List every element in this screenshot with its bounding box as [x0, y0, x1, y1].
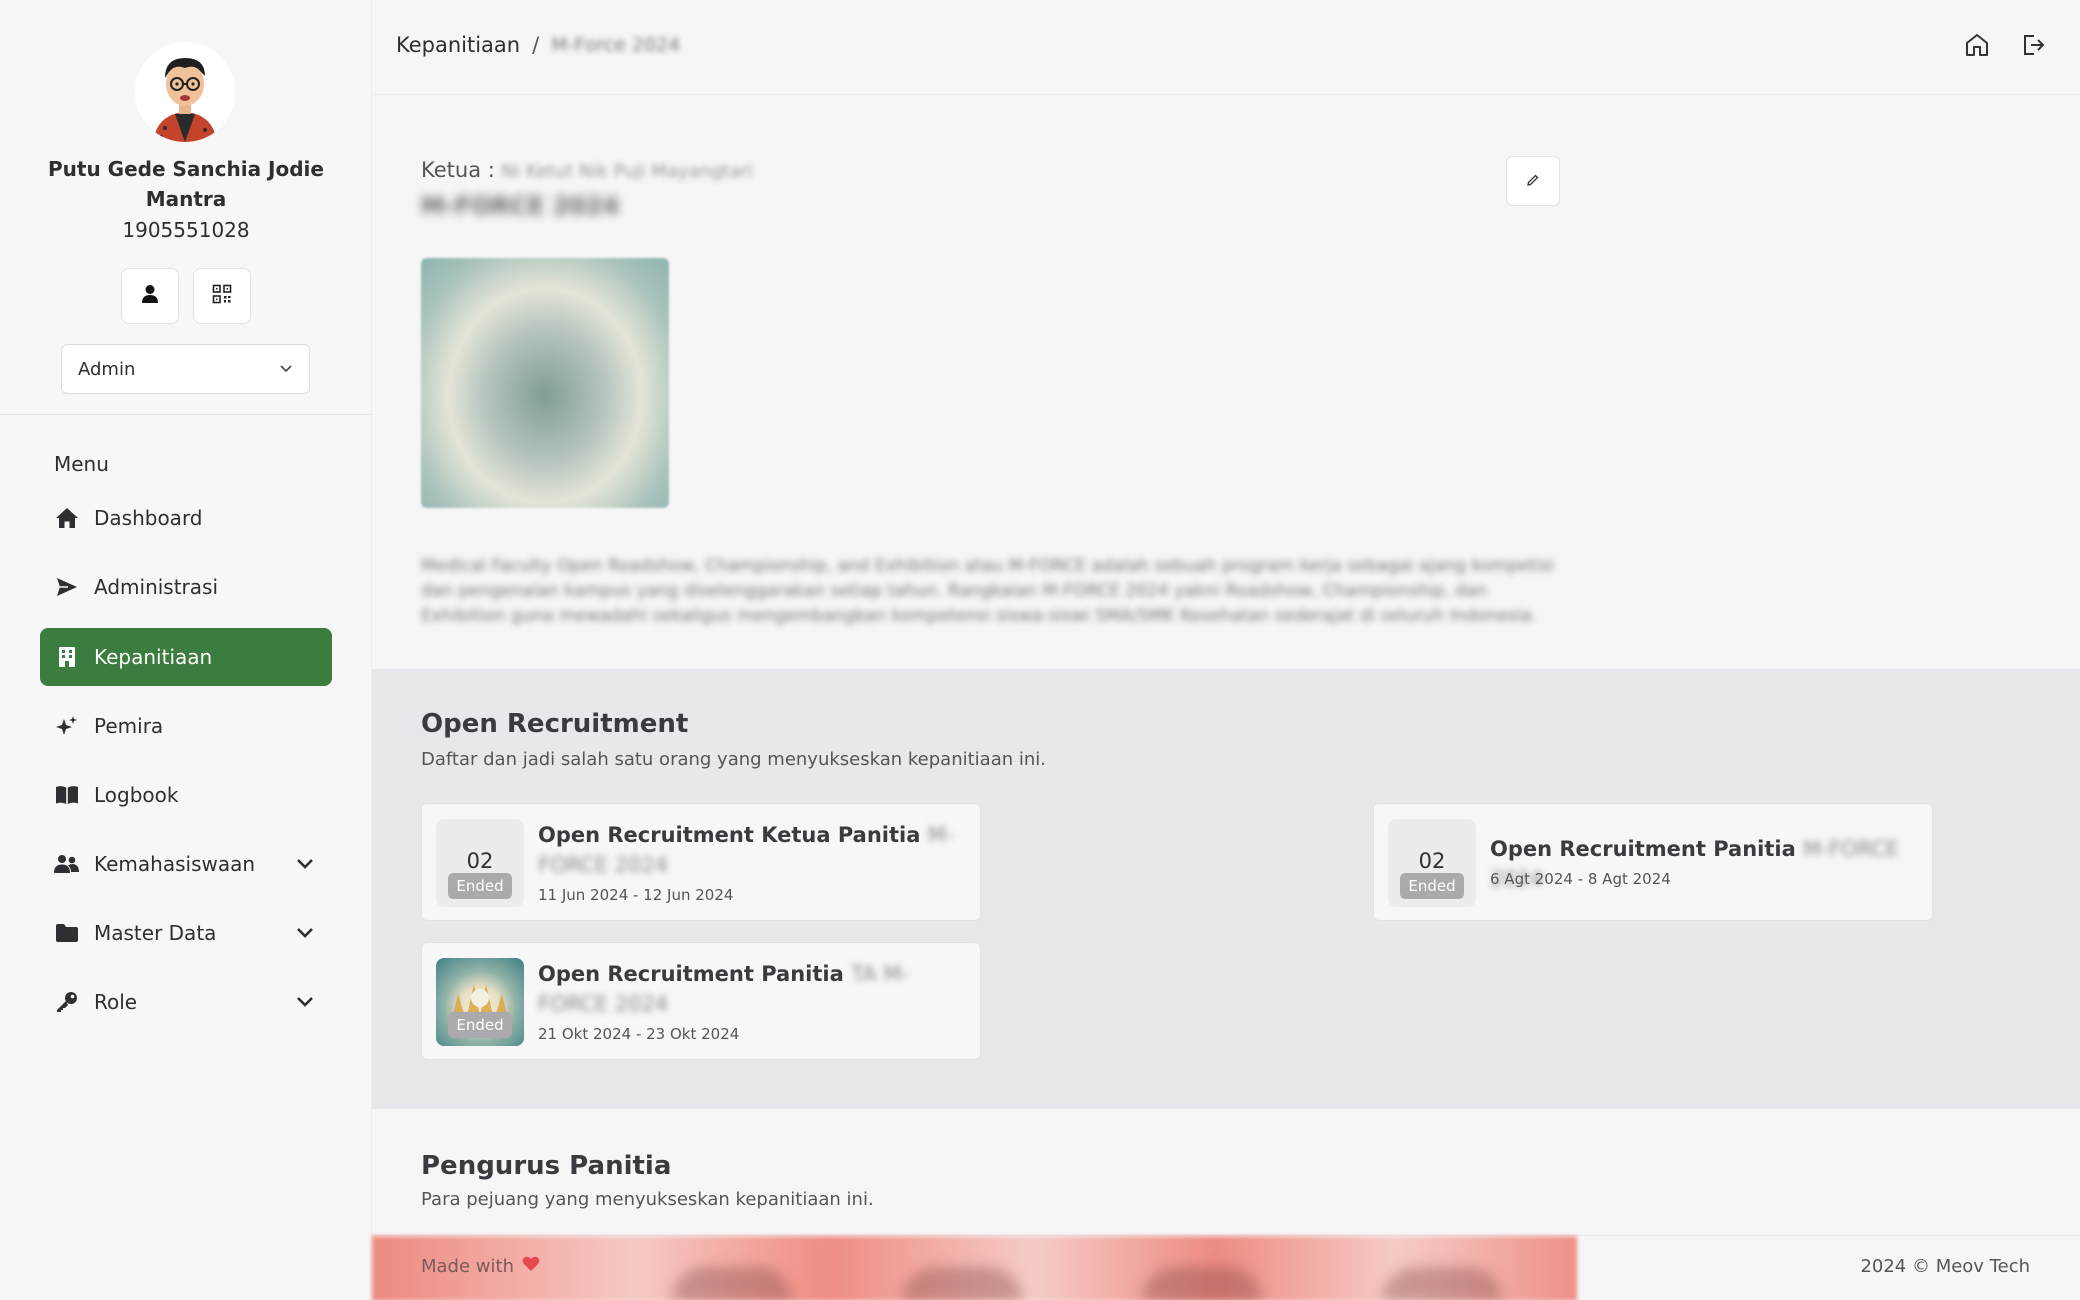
- send-icon: [54, 574, 80, 600]
- heart-icon: [522, 1256, 540, 1277]
- user-avatar: [135, 42, 235, 142]
- sidebar-item-kepanitiaan[interactable]: Kepanitiaan: [40, 628, 332, 686]
- key-icon: [54, 989, 80, 1015]
- pengurus-section: Pengurus Panitia Para pejuang yang menyu…: [372, 1109, 2080, 1235]
- sidebar-item-label: Administrasi: [94, 575, 219, 599]
- copyright: 2024 © Meov Tech: [1860, 1256, 2030, 1277]
- edit-button[interactable]: [1506, 156, 1560, 206]
- committee-title: M-FORCE 2024: [421, 192, 620, 220]
- logout-button[interactable]: [2018, 32, 2048, 62]
- menu-title: Menu: [54, 452, 109, 476]
- date-box: 02 Ended: [1388, 819, 1476, 907]
- recruitment-date-range: 11 Jun 2024 - 12 Jun 2024: [538, 886, 734, 904]
- ketua-label: Ketua :: [421, 158, 495, 182]
- home-icon: [1964, 32, 1990, 62]
- role-select[interactable]: Admin: [61, 344, 310, 394]
- committee-info: Ketua : Ni Ketut Nik Puji Mayangtari M-F…: [372, 96, 2080, 669]
- sidebar: Putu Gede Sanchia Jodie Mantra 190555102…: [0, 0, 372, 1300]
- recruitment-title: Open Recruitment Panitia TA M-FORCE 2024: [538, 959, 968, 1019]
- recruitment-date-range: 6 Agt 2024 - 8 Agt 2024: [1490, 870, 1671, 888]
- sparkles-icon: [54, 713, 80, 739]
- user-nim: 1905551028: [122, 218, 250, 242]
- sidebar-item-logbook[interactable]: Logbook: [40, 766, 332, 824]
- user-icon: [141, 284, 159, 308]
- sidebar-item-label: Pemira: [94, 714, 164, 738]
- home-button[interactable]: [1962, 32, 1992, 62]
- recruitment-card[interactable]: Ended Open Recruitment Panitia TA M-FORC…: [421, 942, 981, 1060]
- committee-description: Medical Faculty Open Roadshow, Champions…: [421, 556, 1554, 626]
- sidebar-item-label: Master Data: [94, 921, 217, 945]
- role-select-value: Admin: [78, 358, 136, 380]
- book-icon: [54, 782, 80, 808]
- made-with-text: Made with: [421, 1256, 514, 1277]
- sidebar-item-pemira[interactable]: Pemira: [40, 697, 332, 755]
- breadcrumb: Kepanitiaan / M-Force 2024: [396, 33, 680, 57]
- sidebar-item-dashboard[interactable]: Dashboard: [40, 489, 332, 547]
- profile-button[interactable]: [121, 268, 179, 324]
- folder-icon: [54, 920, 80, 946]
- pencil-icon: [1526, 172, 1540, 191]
- chevron-down-icon: [296, 927, 314, 939]
- sidebar-item-role[interactable]: Role: [40, 973, 332, 1031]
- profile-panel: Putu Gede Sanchia Jodie Mantra 190555102…: [0, 0, 371, 415]
- chevron-down-icon: [296, 996, 314, 1008]
- recruitment-card[interactable]: 02 Ended Open Recruitment Panitia M-FORC…: [1373, 803, 1933, 921]
- date-day: 02: [1418, 849, 1446, 873]
- sidebar-item-label: Dashboard: [94, 506, 203, 530]
- date-day: 02: [466, 849, 494, 873]
- logout-icon: [2020, 32, 2046, 62]
- committee-logo: [421, 258, 669, 508]
- sidebar-item-label: Role: [94, 990, 138, 1014]
- recruitment-title-text: Open Recruitment Panitia: [1490, 837, 1796, 861]
- breadcrumb-root[interactable]: Kepanitiaan: [396, 33, 520, 57]
- section-subtitle: Para pejuang yang menyukseskan kepanitia…: [421, 1189, 874, 1210]
- users-icon: [54, 851, 80, 877]
- sidebar-item-label: Kepanitiaan: [94, 645, 213, 669]
- section-subtitle: Daftar dan jadi salah satu orang yang me…: [421, 749, 1046, 770]
- sidebar-item-label: Logbook: [94, 783, 179, 807]
- sidebar-item-administrasi[interactable]: Administrasi: [40, 558, 332, 616]
- section-title: Pengurus Panitia: [421, 1151, 672, 1181]
- ketua-name: Ni Ketut Nik Puji Mayangtari: [501, 161, 753, 182]
- topbar: Kepanitiaan / M-Force 2024: [372, 0, 2080, 95]
- date-box: 02 Ended: [436, 819, 524, 907]
- status-badge: Ended: [448, 1012, 512, 1038]
- recruitment-title-text: Open Recruitment Ketua Panitia: [538, 823, 921, 847]
- recruitment-title: Open Recruitment Ketua Panitia M-FORCE 2…: [538, 820, 968, 880]
- status-badge: Ended: [1400, 873, 1464, 899]
- qr-code-icon: [212, 284, 232, 308]
- footer: Made with 2024 © Meov Tech: [372, 1235, 2080, 1300]
- status-badge: Ended: [448, 873, 512, 899]
- made-with: Made with: [421, 1256, 540, 1277]
- recruitment-image: Ended: [436, 958, 524, 1046]
- open-recruitment-section: Open Recruitment Daftar dan jadi salah s…: [372, 669, 2080, 1109]
- sidebar-item-label: Kemahasiswaan: [94, 852, 256, 876]
- recruitment-date-range: 21 Okt 2024 - 23 Okt 2024: [538, 1025, 740, 1043]
- home-icon: [54, 505, 80, 531]
- breadcrumb-separator: /: [532, 33, 540, 57]
- pengurus-photos-strip: [372, 1236, 1577, 1300]
- recruitment-card[interactable]: 02 Ended Open Recruitment Ketua Panitia …: [421, 803, 981, 921]
- user-name: Putu Gede Sanchia Jodie Mantra: [48, 157, 324, 211]
- recruitment-title-text: Open Recruitment Panitia: [538, 962, 844, 986]
- building-icon: [54, 644, 80, 670]
- sidebar-item-master-data[interactable]: Master Data: [40, 904, 332, 962]
- sidebar-item-kemahasiswaan[interactable]: Kemahasiswaan: [40, 835, 332, 893]
- qr-code-button[interactable]: [193, 268, 251, 324]
- breadcrumb-current: M-Force 2024: [551, 34, 681, 56]
- ketua-line: Ketua : Ni Ketut Nik Puji Mayangtari: [421, 158, 753, 182]
- chevron-down-icon: [296, 858, 314, 870]
- chevron-down-icon: [279, 359, 293, 380]
- section-title: Open Recruitment: [421, 709, 689, 739]
